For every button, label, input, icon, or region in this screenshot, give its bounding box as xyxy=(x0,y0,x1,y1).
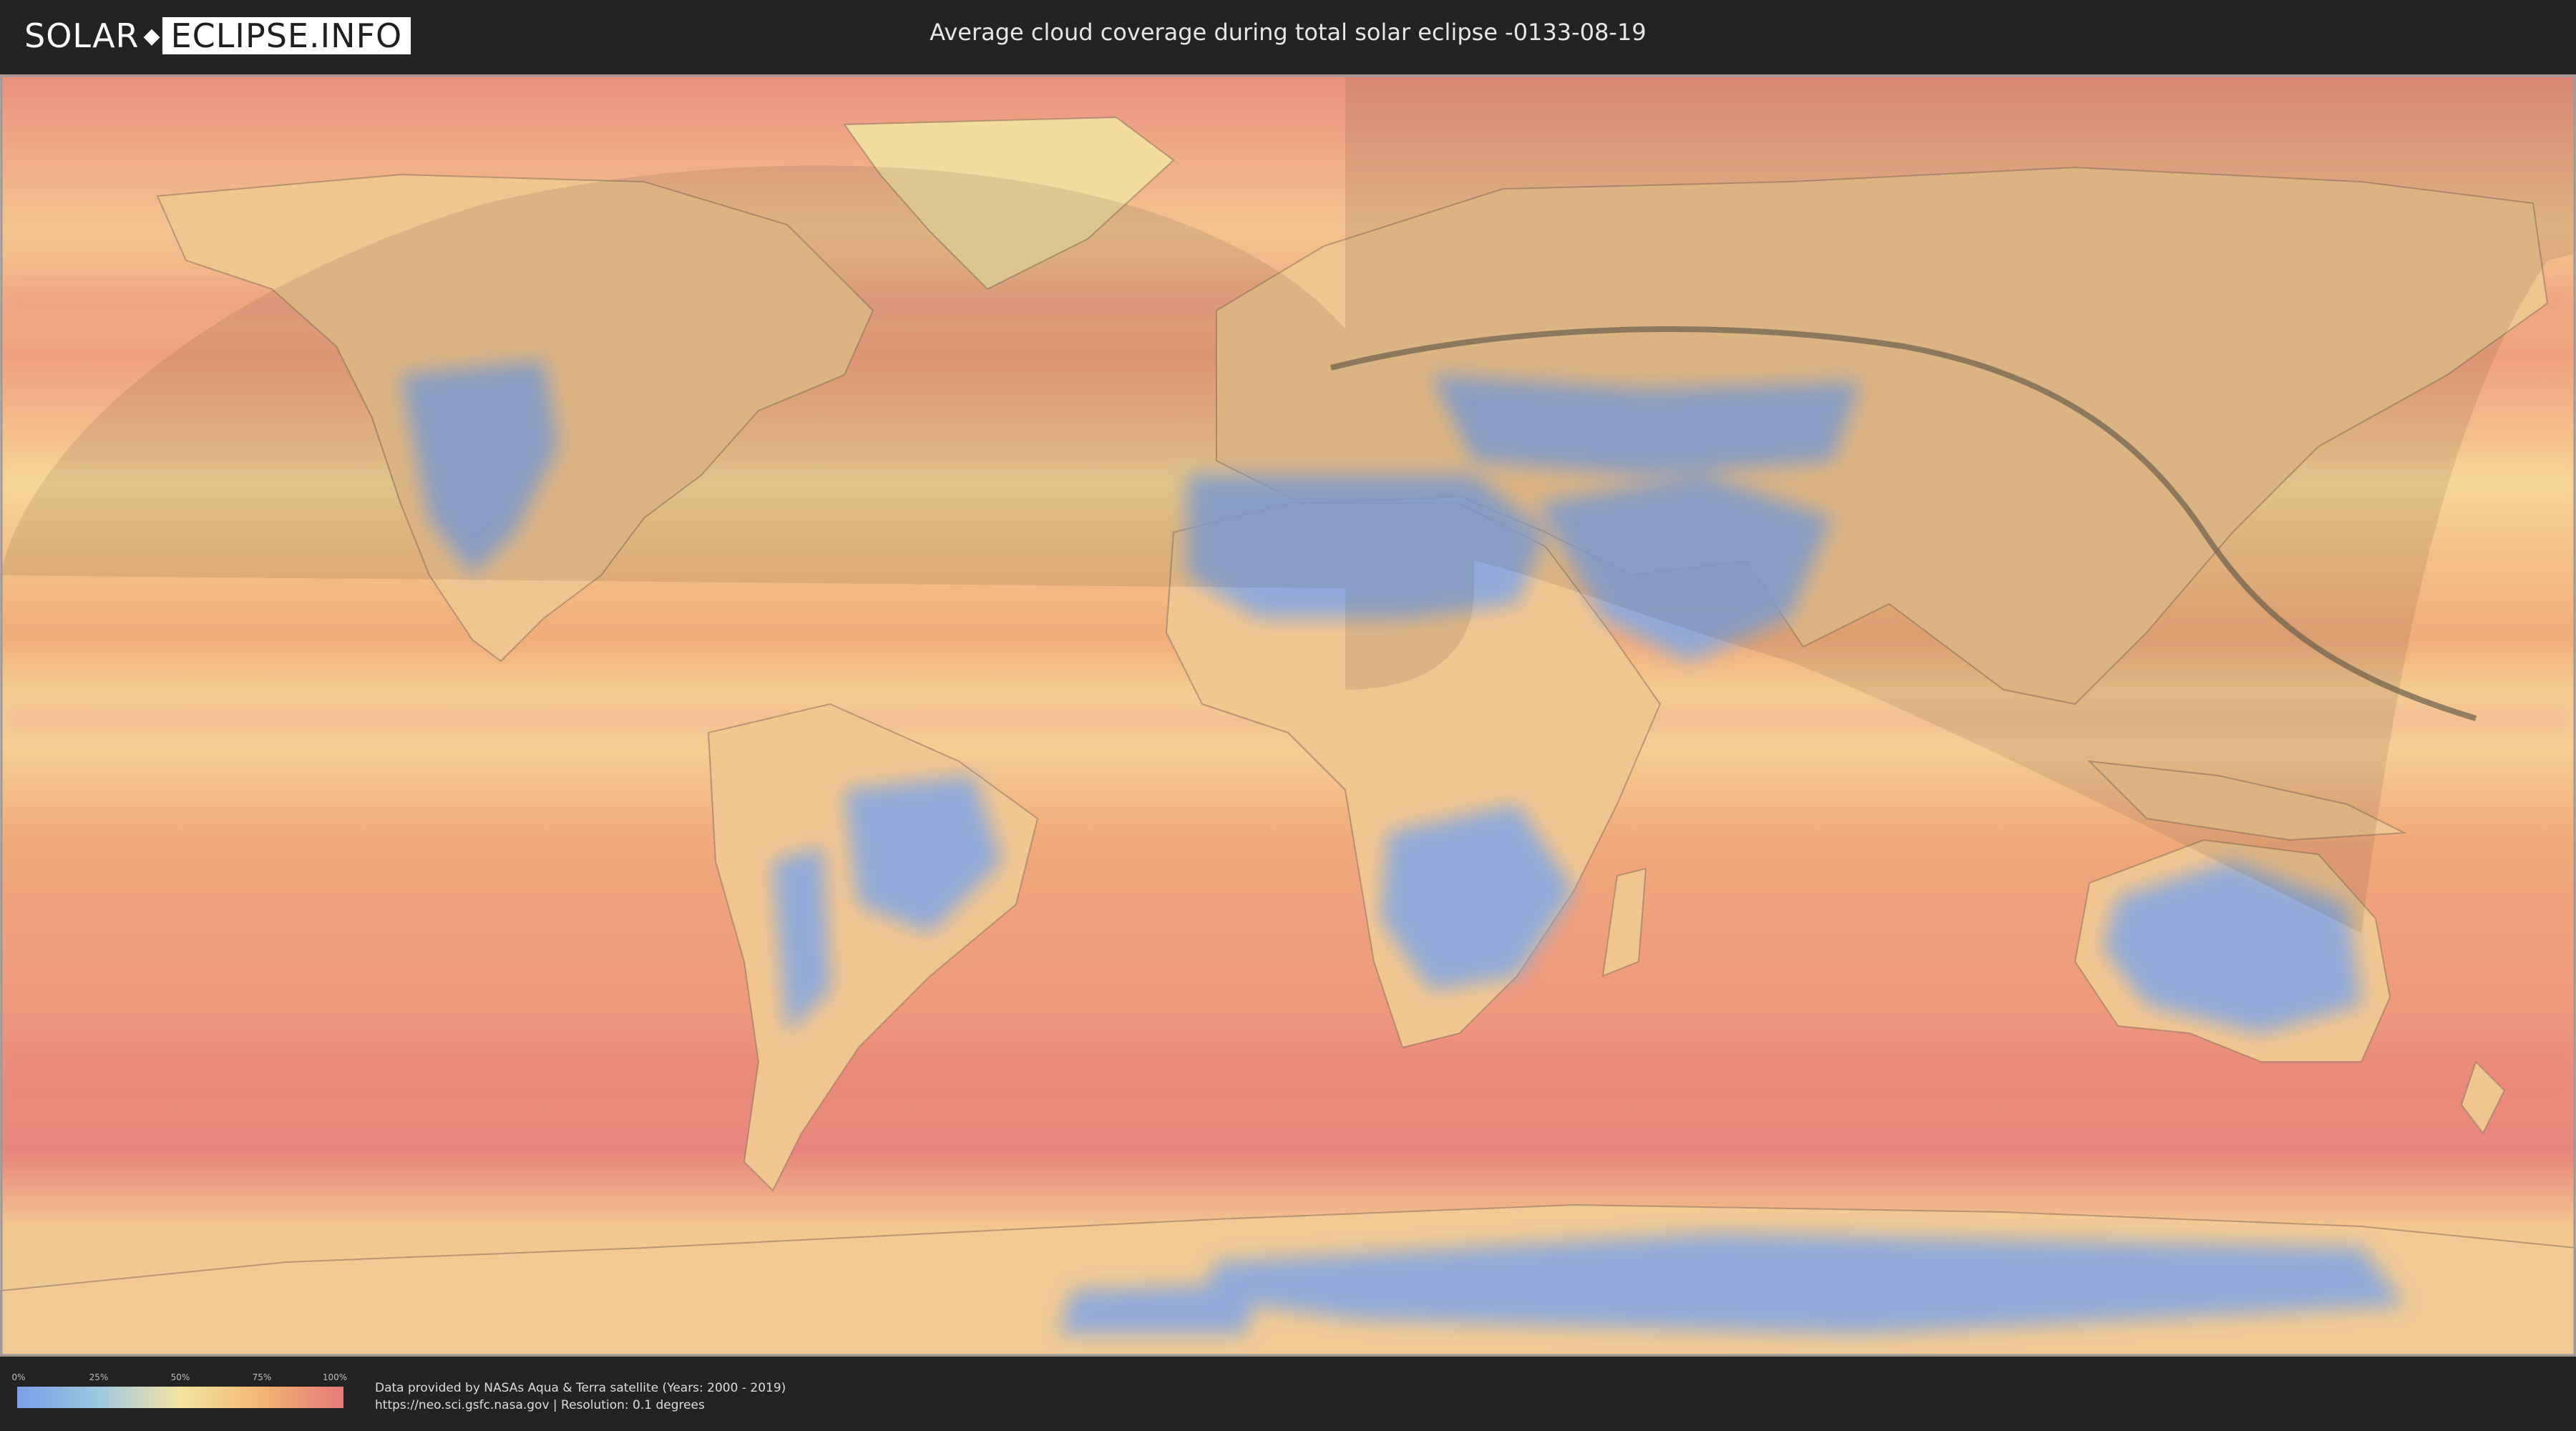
cloud-coverage-legend: 0% 25% 50% 75% 100% xyxy=(11,1372,347,1412)
cloud-coverage-map[interactable] xyxy=(0,74,2576,1357)
credits-line-url[interactable]: https://neo.sci.gsfc.nasa.gov | Resoluti… xyxy=(375,1397,786,1414)
footer-bar: 0% 25% 50% 75% 100% Data provided by NAS… xyxy=(0,1357,2576,1431)
legend-tick-75: 75% xyxy=(252,1372,272,1382)
header-bar: SOLAR ◆ ECLIPSE.INFO Average cloud cover… xyxy=(0,0,2576,74)
legend-tick-25: 25% xyxy=(89,1372,109,1382)
data-credits: Data provided by NASAs Aqua & Terra sate… xyxy=(375,1379,786,1414)
legend-tick-0: 0% xyxy=(11,1372,26,1382)
legend-tick-100: 100% xyxy=(322,1372,348,1382)
world-map-svg[interactable] xyxy=(0,74,2576,1357)
credits-line-source: Data provided by NASAs Aqua & Terra sate… xyxy=(375,1381,786,1395)
legend-color-bar xyxy=(17,1387,343,1408)
legend-tick-50: 50% xyxy=(170,1372,190,1382)
page-title: Average cloud coverage during total sola… xyxy=(930,19,1646,46)
